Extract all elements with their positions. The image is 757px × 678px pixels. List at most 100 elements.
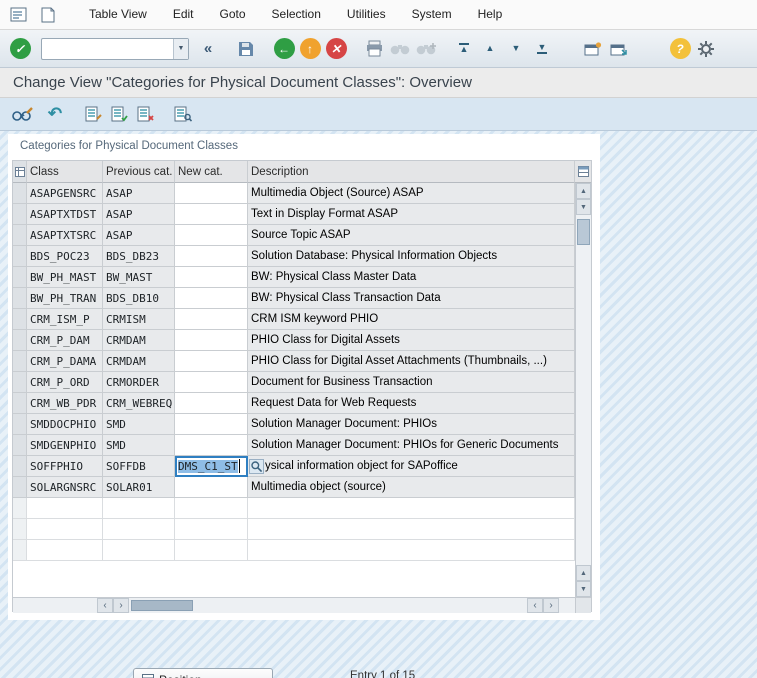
scroll-up-bottom-icon[interactable]: ▲ <box>576 565 591 581</box>
cell-previous-cat[interactable]: SOFFDB <box>103 456 175 477</box>
cell-new-cat[interactable] <box>175 309 248 330</box>
horizontal-scrollbar[interactable]: ‹ › ‹ › <box>13 597 591 613</box>
cell-new-cat[interactable] <box>175 204 248 225</box>
scroll-up-icon[interactable]: ▲ <box>576 183 591 199</box>
scroll-left-icon[interactable]: ‹ <box>97 598 113 613</box>
row-selector[interactable] <box>13 309 27 330</box>
menu-utilities[interactable]: Utilities <box>334 0 399 29</box>
gui-window-icon[interactable] <box>38 5 58 25</box>
cell-class[interactable]: ASAPTXTSRC <box>27 225 103 246</box>
cell-previous-cat[interactable]: CRMDAM <box>103 330 175 351</box>
menu-help[interactable]: Help <box>465 0 516 29</box>
cell-previous-cat[interactable]: SMD <box>103 414 175 435</box>
find-icon[interactable] <box>388 36 412 62</box>
next-page-icon[interactable]: ▼ <box>504 36 528 62</box>
column-header-previous-cat[interactable]: Previous cat. <box>103 161 175 183</box>
cell-new-cat[interactable] <box>175 477 248 498</box>
previous-page-icon[interactable]: ▲ <box>478 36 502 62</box>
cell-class[interactable]: CRM_WB_PDR <box>27 393 103 414</box>
cell-new-cat-focused[interactable]: DMS_C1_ST <box>175 456 248 477</box>
menu-table-view[interactable]: Table View <box>76 0 160 29</box>
cancel-button[interactable]: ✕ <box>324 36 348 62</box>
cell-previous-cat[interactable]: ASAP <box>103 225 175 246</box>
position-button[interactable]: Position... <box>133 668 273 678</box>
row-selector[interactable] <box>13 456 27 477</box>
cell-new-cat[interactable] <box>175 330 248 351</box>
cell-previous-cat[interactable]: BDS_DB10 <box>103 288 175 309</box>
cell-new-cat[interactable] <box>175 246 248 267</box>
row-selector[interactable] <box>13 414 27 435</box>
cell-previous-cat[interactable]: CRMISM <box>103 309 175 330</box>
table-config-icon[interactable] <box>575 161 591 183</box>
row-selector[interactable] <box>13 393 27 414</box>
variable-list-icon[interactable] <box>171 101 195 127</box>
undo-icon[interactable]: ↶ <box>43 101 67 127</box>
display-change-toggle-icon[interactable] <box>10 101 34 127</box>
find-next-icon[interactable] <box>414 36 438 62</box>
last-page-icon[interactable]: ▼ <box>530 36 554 62</box>
select-all-icon[interactable] <box>81 101 105 127</box>
new-session-icon[interactable] <box>580 36 604 62</box>
back-button[interactable]: ← <box>272 36 296 62</box>
cell-class[interactable]: CRM_ISM_P <box>27 309 103 330</box>
row-selector[interactable] <box>13 288 27 309</box>
menu-goto[interactable]: Goto <box>207 0 259 29</box>
menu-edit[interactable]: Edit <box>160 0 207 29</box>
cell-previous-cat[interactable]: ASAP <box>103 204 175 225</box>
cell-class[interactable]: BW_PH_MAST <box>27 267 103 288</box>
cell-previous-cat[interactable]: BDS_DB23 <box>103 246 175 267</box>
cell-class[interactable]: BW_PH_TRAN <box>27 288 103 309</box>
cell-new-cat[interactable] <box>175 183 248 204</box>
first-page-icon[interactable]: ▲ <box>452 36 476 62</box>
cell-new-cat[interactable] <box>175 267 248 288</box>
cell-class[interactable]: CRM_P_DAM <box>27 330 103 351</box>
cell-previous-cat[interactable]: CRM_WEBREQ <box>103 393 175 414</box>
cell-class[interactable]: SMDGENPHIO <box>27 435 103 456</box>
cell-new-cat[interactable] <box>175 414 248 435</box>
row-selector[interactable] <box>13 246 27 267</box>
cell-class[interactable]: SOLARGNSRC <box>27 477 103 498</box>
collapse-command-icon[interactable]: « <box>196 36 220 62</box>
scroll-down-icon[interactable]: ▼ <box>576 199 591 215</box>
cell-new-cat[interactable] <box>175 435 248 456</box>
command-input[interactable] <box>42 39 173 58</box>
exit-button[interactable]: ↑ <box>298 36 322 62</box>
help-button[interactable]: ? <box>668 36 692 62</box>
column-header-description[interactable]: Description <box>248 161 575 183</box>
select-block-icon[interactable] <box>107 101 131 127</box>
cell-class[interactable]: CRM_P_ORD <box>27 372 103 393</box>
row-selector[interactable] <box>13 477 27 498</box>
select-all-corner-icon[interactable] <box>13 161 27 183</box>
row-selector[interactable] <box>13 267 27 288</box>
cell-new-cat[interactable] <box>175 393 248 414</box>
cell-class[interactable]: SOFFPHIO <box>27 456 103 477</box>
command-dropdown-icon[interactable]: ▼ <box>173 38 188 59</box>
menu-system[interactable]: System <box>399 0 465 29</box>
search-help-icon[interactable] <box>249 458 264 474</box>
vertical-scroll-thumb[interactable] <box>577 219 590 245</box>
row-selector[interactable] <box>13 372 27 393</box>
cell-class[interactable]: BDS_POC23 <box>27 246 103 267</box>
menu-selection[interactable]: Selection <box>259 0 334 29</box>
cell-previous-cat[interactable]: BW_MAST <box>103 267 175 288</box>
desc-scroll-left-icon[interactable]: ‹ <box>527 598 543 613</box>
print-icon[interactable] <box>362 36 386 62</box>
cell-previous-cat[interactable]: CRMORDER <box>103 372 175 393</box>
row-selector[interactable] <box>13 435 27 456</box>
cell-class[interactable]: CRM_P_DAMA <box>27 351 103 372</box>
scroll-down-bottom-icon[interactable]: ▼ <box>576 581 591 597</box>
column-header-new-cat[interactable]: New cat. <box>175 161 248 183</box>
cell-previous-cat[interactable]: SMD <box>103 435 175 456</box>
scroll-right-icon[interactable]: › <box>113 598 129 613</box>
row-selector[interactable] <box>13 351 27 372</box>
cell-class[interactable]: ASAPGENSRC <box>27 183 103 204</box>
cell-new-cat[interactable] <box>175 351 248 372</box>
customize-layout-icon[interactable] <box>694 36 718 62</box>
cell-new-cat[interactable] <box>175 372 248 393</box>
cell-previous-cat[interactable]: CRMDAM <box>103 351 175 372</box>
column-header-class[interactable]: Class <box>27 161 103 183</box>
vertical-scrollbar[interactable]: ▲ ▼ ▲ ▼ <box>575 183 591 597</box>
create-shortcut-icon[interactable] <box>606 36 630 62</box>
cell-class[interactable]: ASAPTXTDST <box>27 204 103 225</box>
cell-new-cat[interactable] <box>175 225 248 246</box>
